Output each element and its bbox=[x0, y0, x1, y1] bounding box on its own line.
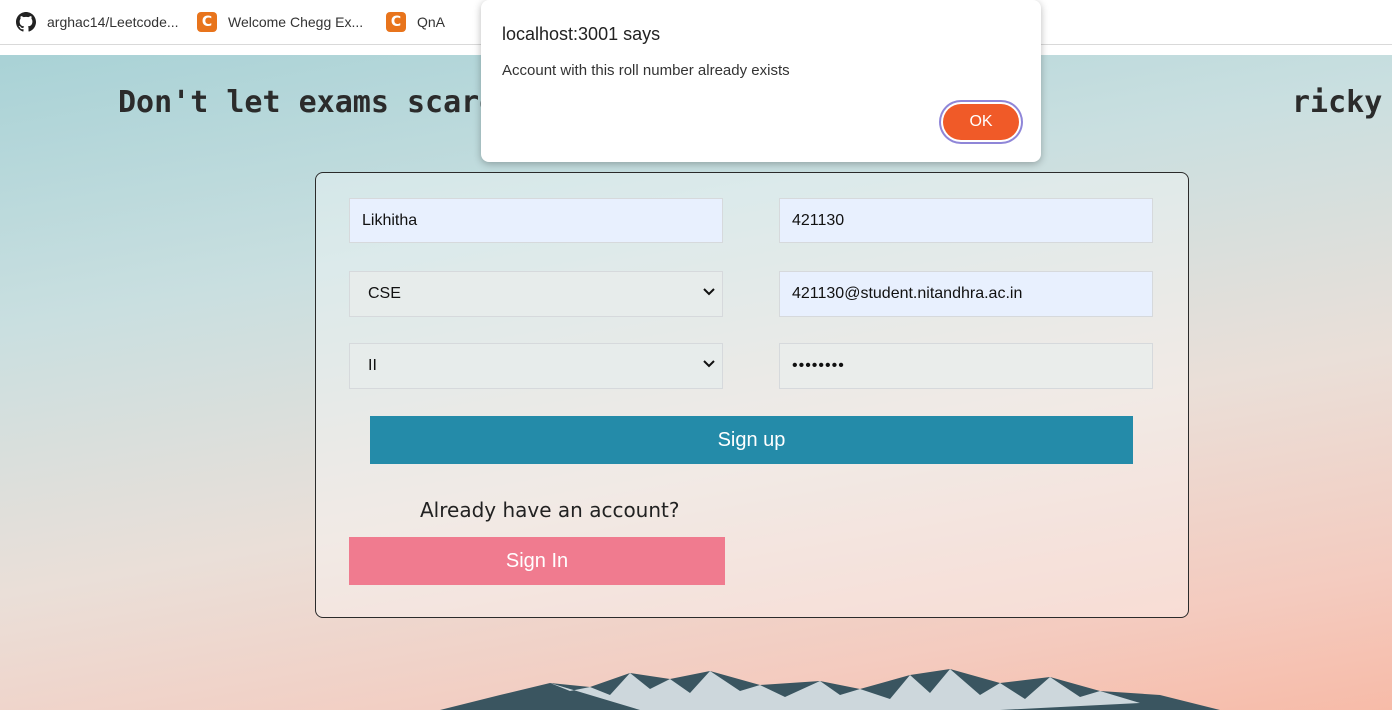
password-value: •••••••• bbox=[792, 357, 845, 374]
name-value: Likhitha bbox=[362, 211, 418, 229]
bookmark-chegg[interactable]: C Welcome Chegg Ex... bbox=[197, 0, 363, 44]
email-value: 421130@student.nitandhra.ac.in bbox=[792, 285, 1023, 302]
signup-button[interactable]: Sign up bbox=[370, 416, 1133, 464]
bookmark-label: arghac14/Leetcode... bbox=[47, 14, 179, 30]
bookmark-label: QnA bbox=[417, 14, 446, 30]
github-icon bbox=[16, 12, 36, 32]
dialog-message: Account with this roll number already ex… bbox=[502, 62, 790, 79]
ok-button[interactable]: OK bbox=[943, 104, 1019, 140]
already-have-account-text: Already have an account? bbox=[420, 498, 680, 522]
year-select[interactable]: II bbox=[349, 343, 723, 389]
bookmark-leetcode[interactable]: arghac14/Leetcode... bbox=[8, 0, 179, 44]
bookmark-qna[interactable]: C QnA bbox=[386, 0, 445, 44]
signin-button[interactable]: Sign In bbox=[349, 537, 725, 585]
mountains-image bbox=[440, 669, 1220, 710]
chegg-icon: C bbox=[386, 12, 406, 32]
dialog-title: localhost:3001 says bbox=[502, 24, 661, 44]
roll-number-input[interactable]: 421130 bbox=[779, 198, 1153, 243]
branch-select[interactable]: CSE bbox=[349, 271, 723, 317]
alert-dialog: localhost:3001 says Account with this ro… bbox=[481, 0, 1041, 162]
name-input[interactable]: Likhitha bbox=[349, 198, 723, 243]
chevron-down-icon bbox=[702, 285, 716, 304]
email-input[interactable]: 421130@student.nitandhra.ac.in bbox=[779, 271, 1153, 317]
bookmark-label: Welcome Chegg Ex... bbox=[228, 14, 364, 30]
signup-form-card: Likhitha 421130 CSE 421130@student.nitan… bbox=[315, 172, 1189, 618]
chevron-down-icon bbox=[702, 357, 716, 376]
roll-number-value: 421130 bbox=[792, 211, 845, 229]
password-input[interactable]: •••••••• bbox=[779, 343, 1153, 389]
year-value: II bbox=[368, 357, 377, 374]
branch-value: CSE bbox=[368, 285, 401, 302]
chegg-icon: C bbox=[197, 12, 217, 32]
